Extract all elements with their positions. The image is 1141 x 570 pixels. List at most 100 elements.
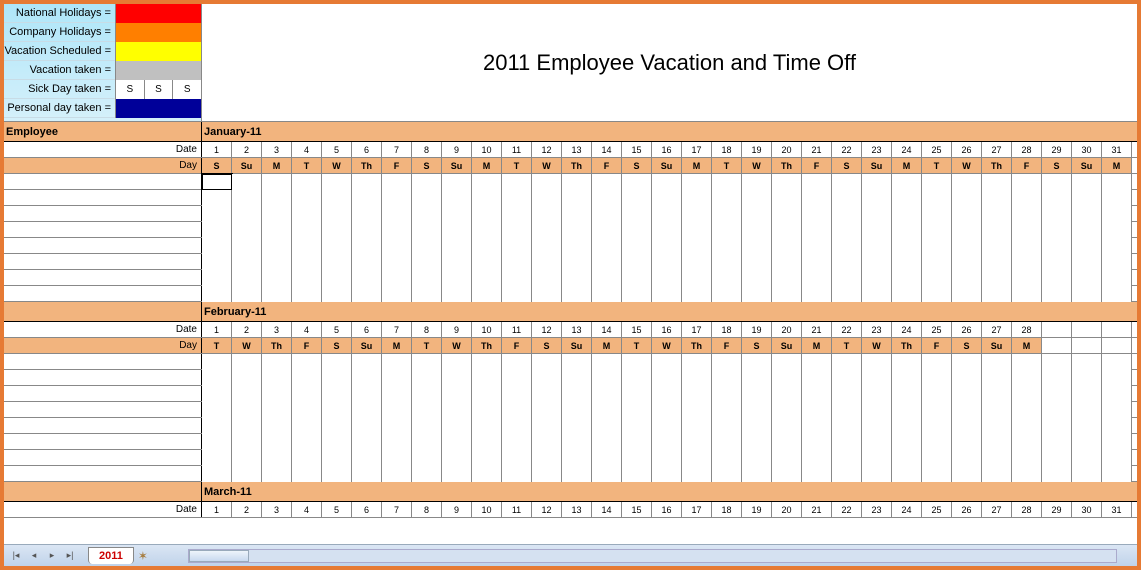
dow-cell[interactable]: S <box>742 338 772 353</box>
date-cell[interactable]: 31 <box>1102 142 1132 157</box>
day-cell[interactable] <box>862 386 892 402</box>
day-cell[interactable] <box>712 190 742 206</box>
day-cell[interactable] <box>1102 254 1132 270</box>
day-cell[interactable] <box>1072 222 1102 238</box>
date-cell[interactable]: 8 <box>412 142 442 157</box>
day-cell[interactable] <box>292 466 322 482</box>
day-cell[interactable] <box>502 418 532 434</box>
day-cell[interactable] <box>982 174 1012 190</box>
day-cell[interactable] <box>532 434 562 450</box>
dow-cell[interactable]: F <box>1012 158 1042 173</box>
day-cell[interactable] <box>442 466 472 482</box>
day-cell[interactable] <box>832 434 862 450</box>
day-cell[interactable] <box>772 386 802 402</box>
day-cell[interactable] <box>532 466 562 482</box>
day-cell[interactable] <box>832 254 862 270</box>
day-cell[interactable] <box>982 450 1012 466</box>
day-cell[interactable] <box>802 222 832 238</box>
day-cell[interactable] <box>502 254 532 270</box>
date-cell[interactable]: 8 <box>412 502 442 517</box>
tab-prev-button[interactable]: ◂ <box>26 548 42 564</box>
day-cell[interactable] <box>742 418 772 434</box>
day-cell[interactable] <box>1102 402 1132 418</box>
day-cell[interactable] <box>622 254 652 270</box>
day-cell[interactable] <box>472 434 502 450</box>
day-cell[interactable] <box>592 206 622 222</box>
date-cell[interactable]: 18 <box>712 142 742 157</box>
day-cell[interactable] <box>472 206 502 222</box>
day-cell[interactable] <box>292 238 322 254</box>
day-cell[interactable] <box>382 402 412 418</box>
day-cell[interactable] <box>412 222 442 238</box>
day-cell[interactable] <box>232 402 262 418</box>
day-cell[interactable] <box>472 354 502 370</box>
day-cell[interactable] <box>1072 238 1102 254</box>
day-cell[interactable] <box>622 190 652 206</box>
day-cell[interactable] <box>622 206 652 222</box>
day-cell[interactable] <box>742 238 772 254</box>
day-cell[interactable] <box>832 450 862 466</box>
day-cell[interactable] <box>1072 354 1102 370</box>
day-cell[interactable] <box>682 270 712 286</box>
dow-cell[interactable]: Th <box>352 158 382 173</box>
day-cell[interactable] <box>712 434 742 450</box>
day-cell[interactable] <box>1072 402 1102 418</box>
day-cell[interactable] <box>1012 190 1042 206</box>
date-cell[interactable]: 3 <box>262 502 292 517</box>
day-cell[interactable] <box>1102 418 1132 434</box>
tab-first-button[interactable]: |◂ <box>8 548 24 564</box>
day-cell[interactable] <box>202 450 232 466</box>
date-cell[interactable]: 14 <box>592 322 622 337</box>
day-cell[interactable] <box>1012 418 1042 434</box>
day-cell[interactable] <box>652 174 682 190</box>
day-cell[interactable] <box>472 402 502 418</box>
date-cell[interactable]: 10 <box>472 322 502 337</box>
dow-cell[interactable] <box>1042 338 1072 353</box>
dow-cell[interactable]: M <box>682 158 712 173</box>
date-cell[interactable]: 31 <box>1102 502 1132 517</box>
day-cell[interactable] <box>1102 466 1132 482</box>
day-cell[interactable] <box>232 286 262 302</box>
day-cell[interactable] <box>922 190 952 206</box>
day-cell[interactable] <box>232 174 262 190</box>
day-cell[interactable] <box>592 174 622 190</box>
day-cell[interactable] <box>802 270 832 286</box>
day-cell[interactable] <box>892 174 922 190</box>
day-cell[interactable] <box>772 402 802 418</box>
day-cell[interactable] <box>292 418 322 434</box>
day-cell[interactable] <box>952 270 982 286</box>
day-cell[interactable] <box>202 174 232 190</box>
day-cell[interactable] <box>562 206 592 222</box>
day-cell[interactable] <box>442 286 472 302</box>
day-cell[interactable] <box>562 402 592 418</box>
day-cell[interactable] <box>1072 434 1102 450</box>
dow-cell[interactable]: M <box>592 338 622 353</box>
day-cell[interactable] <box>382 174 412 190</box>
day-cell[interactable] <box>1072 450 1102 466</box>
day-cell[interactable] <box>922 354 952 370</box>
day-cell[interactable] <box>352 222 382 238</box>
day-cell[interactable] <box>502 370 532 386</box>
day-cell[interactable] <box>892 402 922 418</box>
day-cell[interactable] <box>1072 270 1102 286</box>
day-cell[interactable] <box>982 222 1012 238</box>
day-cell[interactable] <box>952 354 982 370</box>
date-cell[interactable]: 11 <box>502 322 532 337</box>
day-cell[interactable] <box>862 206 892 222</box>
employee-name-cell[interactable] <box>4 254 202 269</box>
day-cell[interactable] <box>1102 270 1132 286</box>
day-cell[interactable] <box>352 254 382 270</box>
date-cell[interactable]: 20 <box>772 502 802 517</box>
day-cell[interactable] <box>472 386 502 402</box>
day-cell[interactable] <box>382 450 412 466</box>
day-cell[interactable] <box>892 386 922 402</box>
day-cell[interactable] <box>562 370 592 386</box>
day-cell[interactable] <box>742 450 772 466</box>
day-cell[interactable] <box>832 206 862 222</box>
day-cell[interactable] <box>622 386 652 402</box>
tab-last-button[interactable]: ▸| <box>62 548 78 564</box>
day-cell[interactable] <box>712 222 742 238</box>
day-cell[interactable] <box>742 354 772 370</box>
day-cell[interactable] <box>652 354 682 370</box>
day-cell[interactable] <box>382 466 412 482</box>
